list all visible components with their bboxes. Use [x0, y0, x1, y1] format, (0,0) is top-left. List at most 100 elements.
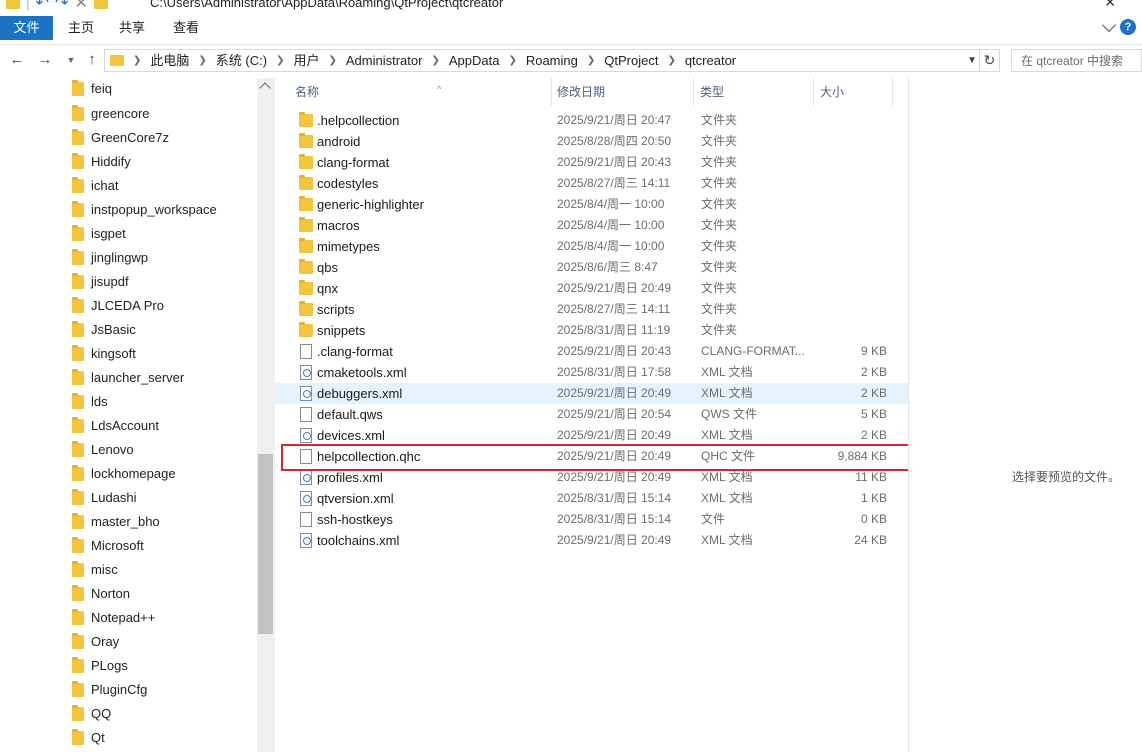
nav-item[interactable]: kingsoft — [0, 342, 258, 366]
breadcrumb-appdata[interactable]: AppData — [449, 50, 500, 71]
file-row[interactable]: snippets 2025/8/31/周日 11:19 文件夹 — [275, 320, 909, 341]
file-row[interactable]: android 2025/8/28/周四 20:50 文件夹 — [275, 131, 909, 152]
nav-item[interactable]: LdsAccount — [0, 414, 258, 438]
navigation-pane: feiq greencore GreenCore7z Hiddify ichat… — [0, 78, 274, 752]
search-input[interactable] — [1012, 50, 1141, 71]
nav-item[interactable]: PluginCfg — [0, 678, 258, 702]
nav-item[interactable]: Oray — [0, 630, 258, 654]
nav-item[interactable]: ichat — [0, 174, 258, 198]
scrollbar-thumb[interactable] — [258, 454, 273, 634]
chevron-right-icon[interactable]: ❯ — [133, 50, 141, 71]
nav-item[interactable]: QQ — [0, 702, 258, 726]
nav-item[interactable]: PLogs — [0, 654, 258, 678]
delete-icon[interactable]: ✕ — [74, 0, 87, 11]
nav-pane-scrollbar[interactable] — [257, 78, 274, 752]
file-row[interactable]: mimetypes 2025/8/4/周一 10:00 文件夹 — [275, 236, 909, 257]
file-row[interactable]: .helpcollection 2025/9/21/周日 20:47 文件夹 — [275, 110, 909, 131]
file-row[interactable]: toolchains.xml 2025/9/21/周日 20:49 XML 文档 24… — [275, 530, 909, 551]
nav-item[interactable]: isgpet — [0, 222, 258, 246]
chevron-right-icon[interactable]: ❯ — [431, 50, 439, 71]
quick-access-toolbar: | ↶ ↷ ✕ — [6, 0, 108, 11]
column-divider[interactable] — [813, 78, 814, 106]
chevron-right-icon[interactable]: ❯ — [587, 50, 595, 71]
nav-item[interactable]: Microsoft — [0, 534, 258, 558]
chevron-right-icon[interactable]: ❯ — [328, 50, 336, 71]
tab-view[interactable]: 查看 — [166, 16, 206, 40]
column-divider[interactable] — [693, 78, 694, 106]
undo-icon[interactable]: ↶ — [36, 0, 49, 11]
breadcrumb-administrator[interactable]: Administrator — [346, 50, 423, 71]
file-row[interactable]: qtversion.xml 2025/8/31/周日 15:14 XML 文档 1 K… — [275, 488, 909, 509]
file-row[interactable]: qnx 2025/9/21/周日 20:49 文件夹 — [275, 278, 909, 299]
redo-icon[interactable]: ↷ — [55, 0, 68, 11]
chevron-right-icon[interactable]: ❯ — [667, 50, 675, 71]
file-row[interactable]: debuggers.xml 2025/9/21/周日 20:49 XML 文档 2 K… — [275, 383, 909, 404]
file-row[interactable]: cmaketools.xml 2025/8/31/周日 17:58 XML 文档 2 … — [275, 362, 909, 383]
nav-item[interactable]: jinglingwp — [0, 246, 258, 270]
nav-item[interactable]: greencore — [0, 102, 258, 126]
breadcrumb-roaming[interactable]: Roaming — [526, 50, 578, 71]
forward-arrow-icon[interactable]: → — [36, 51, 54, 69]
nav-item[interactable]: Lenovo — [0, 438, 258, 462]
file-row[interactable]: codestyles 2025/8/27/周三 14:11 文件夹 — [275, 173, 909, 194]
address-bar[interactable]: ❯ 此电脑 ❯ 系统 (C:) ❯ 用户 ❯ Administrator ❯ A… — [104, 49, 1000, 72]
scroll-up-icon[interactable] — [259, 82, 271, 94]
new-folder-icon[interactable] — [93, 0, 108, 9]
close-window-button[interactable]: ✕ — [1104, 0, 1116, 11]
file-row[interactable]: ssh-hostkeys 2025/8/31/周日 15:14 文件 0 KB — [275, 509, 909, 530]
nav-item[interactable]: Hiddify — [0, 150, 258, 174]
nav-item[interactable]: Ludashi — [0, 486, 258, 510]
address-history-chevron-icon[interactable]: ▼ — [967, 50, 977, 71]
column-header-type[interactable]: 类型 — [700, 78, 810, 106]
nav-item[interactable]: GreenCore7z — [0, 126, 258, 150]
nav-item[interactable]: lockhomepage — [0, 462, 258, 486]
breadcrumb-qtcreator[interactable]: qtcreator — [685, 50, 736, 71]
nav-item[interactable]: misc — [0, 558, 258, 582]
help-icon[interactable]: ? — [1120, 19, 1136, 35]
file-row[interactable]: clang-format 2025/9/21/周日 20:43 文件夹 — [275, 152, 909, 173]
chevron-right-icon[interactable]: ❯ — [276, 50, 284, 71]
breadcrumb-users[interactable]: 用户 — [293, 50, 319, 71]
column-header-date[interactable]: 修改日期 — [557, 78, 695, 106]
column-header-size[interactable]: 大小 — [820, 78, 890, 106]
tab-home[interactable]: 主页 — [62, 16, 100, 40]
breadcrumb-system-c[interactable]: 系统 (C:) — [216, 50, 267, 71]
nav-item[interactable]: master_bho — [0, 510, 258, 534]
nav-item[interactable]: Qt — [0, 726, 258, 750]
tab-share[interactable]: 共享 — [112, 16, 152, 40]
file-row[interactable]: default.qws 2025/9/21/周日 20:54 QWS 文件 5 KB — [275, 404, 909, 425]
nav-item[interactable]: JLCEDA Pro — [0, 294, 258, 318]
nav-item[interactable]: Notepad++ — [0, 606, 258, 630]
file-row[interactable]: helpcollection.qhc 2025/9/21/周日 20:49 QHC … — [275, 446, 909, 467]
file-row[interactable]: macros 2025/8/4/周一 10:00 文件夹 — [275, 215, 909, 236]
breadcrumb-qtproject[interactable]: QtProject — [604, 50, 658, 71]
nav-item[interactable]: lds — [0, 390, 258, 414]
recent-locations-chevron-icon[interactable]: ▼ — [62, 51, 80, 69]
refresh-icon[interactable]: ↻ — [979, 50, 999, 71]
chevron-right-icon[interactable]: ❯ — [508, 50, 516, 71]
column-header-name[interactable]: 名称 ^ — [295, 78, 555, 106]
column-divider[interactable] — [551, 78, 552, 106]
nav-item[interactable]: jisupdf — [0, 270, 258, 294]
nav-item[interactable]: launcher_server — [0, 366, 258, 390]
back-arrow-icon[interactable]: ← — [8, 51, 26, 69]
nav-item[interactable]: instpopup_workspace — [0, 198, 258, 222]
nav-item[interactable]: Norton — [0, 582, 258, 606]
file-row[interactable]: generic-highlighter 2025/8/4/周一 10:00 文件夹 — [275, 194, 909, 215]
file-row[interactable]: profiles.xml 2025/9/21/周日 20:49 XML 文档 11 K… — [275, 467, 909, 488]
expand-ribbon-icon[interactable] — [1101, 17, 1117, 33]
nav-item[interactable]: JsBasic — [0, 318, 258, 342]
chevron-right-icon[interactable]: ❯ — [198, 50, 206, 71]
tab-file[interactable]: 文件 — [0, 16, 53, 40]
up-arrow-icon[interactable]: ↑ — [83, 51, 101, 69]
file-row[interactable]: .clang-format 2025/9/21/周日 20:43 CLANG-FOR… — [275, 341, 909, 362]
search-box[interactable] — [1011, 49, 1142, 72]
file-row[interactable]: devices.xml 2025/9/21/周日 20:49 XML 文档 2 KB — [275, 425, 909, 446]
nav-item-label: ichat — [91, 178, 119, 193]
nav-item[interactable]: feiq — [0, 78, 258, 101]
breadcrumb-this-pc[interactable]: 此电脑 — [150, 50, 189, 71]
file-row[interactable]: scripts 2025/8/27/周三 14:11 文件夹 — [275, 299, 909, 320]
file-name: mimetypes — [317, 239, 380, 254]
file-row[interactable]: qbs 2025/8/6/周三 8:47 文件夹 — [275, 257, 909, 278]
column-divider[interactable] — [892, 78, 893, 106]
